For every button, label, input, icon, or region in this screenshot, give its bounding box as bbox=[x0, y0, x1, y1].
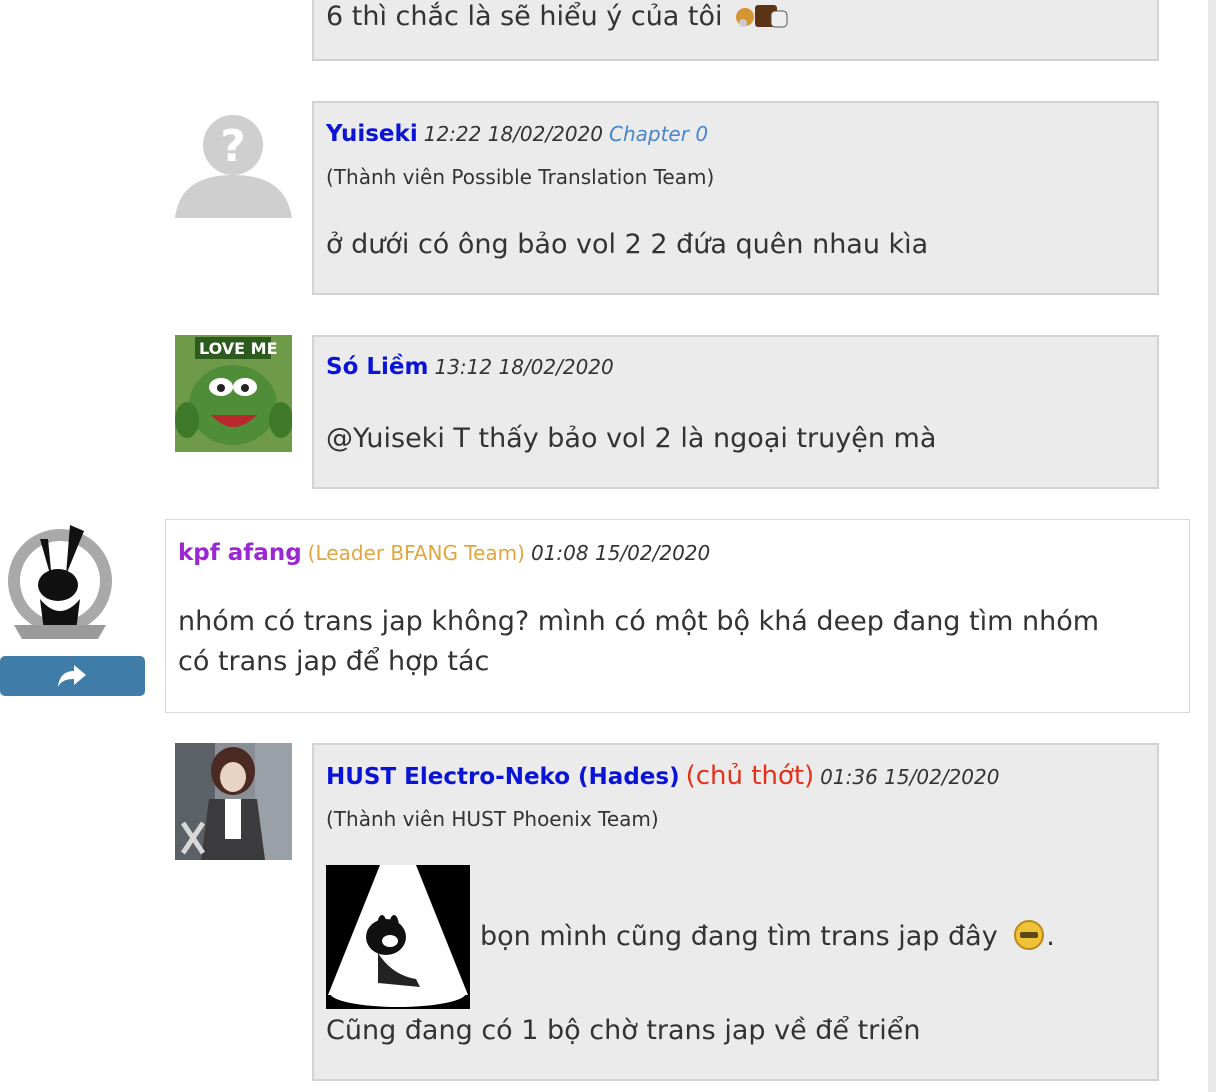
comment-body: ở dưới có ông bảo vol 2 2 đứa quên nhau … bbox=[326, 229, 929, 260]
comment-time: 01:08 15/02/2020 bbox=[530, 541, 711, 565]
avatar[interactable]: LOVE ME bbox=[175, 335, 292, 452]
emoji-icon bbox=[736, 5, 788, 28]
comment-body: nhóm có trans jap không? mình có một bộ … bbox=[178, 602, 1099, 682]
comment-time: 12:22 18/02/2020 bbox=[423, 122, 603, 146]
comment-image[interactable] bbox=[326, 865, 470, 1009]
comment-time: 13:12 18/02/2020 bbox=[434, 355, 614, 379]
comment-header: Só Liềm 13:12 18/02/2020 bbox=[326, 354, 614, 380]
comment-header: Yuiseki 12:22 18/02/2020 Chapter 0 bbox=[326, 121, 708, 147]
username-link[interactable]: Só Liềm bbox=[326, 354, 428, 380]
avatar[interactable] bbox=[175, 743, 292, 860]
svg-text:?: ? bbox=[220, 121, 246, 172]
username-link[interactable]: kpf afang bbox=[178, 540, 302, 566]
comment-body: @Yuiseki T thấy bảo vol 2 là ngoại truyệ… bbox=[326, 423, 937, 454]
comment-header: HUST Electro-Neko (Hades) (chủ thớt) 01:36… bbox=[326, 761, 999, 791]
comment-header: kpf afang (Leader BFANG Team) 01:08 15/02/… bbox=[178, 540, 710, 566]
share-button[interactable] bbox=[0, 656, 145, 696]
team-label: (Leader BFANG Team) bbox=[307, 541, 525, 565]
comment-body-punct: . bbox=[1046, 921, 1055, 952]
comment-body-line: có trans jap để hợp tác bbox=[178, 646, 490, 677]
member-label: (Thành viên Possible Translation Team) bbox=[326, 165, 715, 189]
comment-time: 01:36 15/02/2020 bbox=[820, 765, 1000, 789]
comment-reply-box: 6 thì chắc là sẽ hiểu ý của tôi bbox=[312, 0, 1159, 61]
comment-box: kpf afang (Leader BFANG Team) 01:08 15/02/… bbox=[165, 519, 1190, 713]
comment-body-line: Cũng đang có 1 bộ chờ trans jap về để tr… bbox=[326, 1015, 921, 1046]
username-link[interactable]: HUST Electro-Neko (Hades) bbox=[326, 764, 680, 790]
member-label: (Thành viên HUST Phoenix Team) bbox=[326, 807, 659, 831]
scrollbar[interactable] bbox=[1208, 0, 1216, 1092]
avatar[interactable]: ? bbox=[175, 101, 292, 218]
comment-body-line: bọn mình cũng đang tìm trans jap đây bbox=[480, 921, 998, 952]
username-link[interactable]: Yuiseki bbox=[326, 121, 418, 147]
avatar-caption: LOVE ME bbox=[199, 339, 278, 358]
comment-reply-box: Só Liềm 13:12 18/02/2020 @Yuiseki T thấy … bbox=[312, 335, 1159, 489]
emoji-icon bbox=[1014, 920, 1045, 950]
comment-body-line: nhóm có trans jap không? mình có một bộ … bbox=[178, 606, 1100, 637]
chapter-link[interactable]: Chapter 0 bbox=[609, 122, 708, 146]
share-icon bbox=[58, 665, 86, 687]
avatar[interactable] bbox=[0, 519, 145, 649]
comment-reply-box: Yuiseki 12:22 18/02/2020 Chapter 0 (Thành … bbox=[312, 101, 1159, 295]
comment-reply-box: HUST Electro-Neko (Hades) (chủ thớt) 01:36… bbox=[312, 743, 1159, 1081]
comment-body: 6 thì chắc là sẽ hiểu ý của tôi bbox=[326, 1, 723, 32]
owner-badge: (chủ thớt) bbox=[685, 761, 815, 791]
